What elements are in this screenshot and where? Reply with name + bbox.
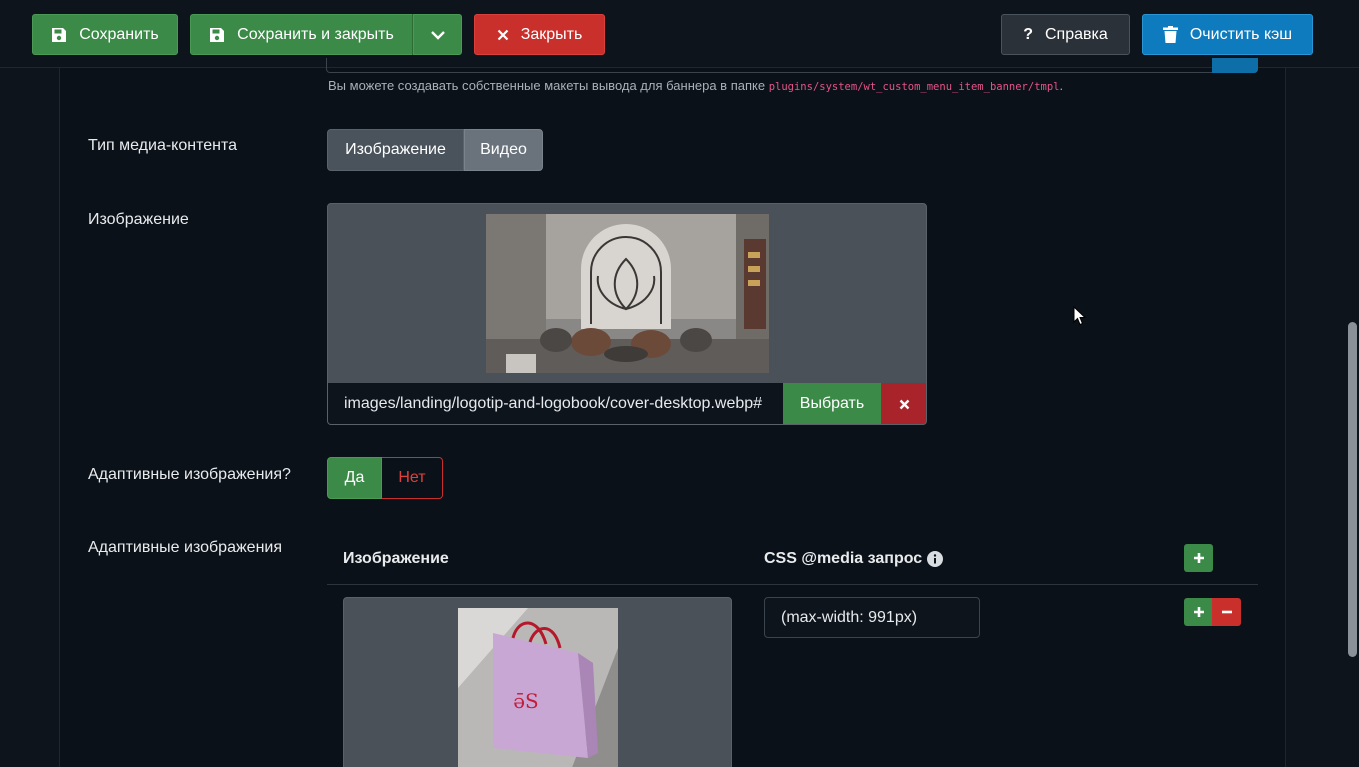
save-and-close-label: Сохранить и закрыть xyxy=(237,25,394,43)
save-button-label: Сохранить xyxy=(79,25,159,43)
help-button[interactable]: ? Справка xyxy=(1001,14,1130,55)
floppy-disk-icon xyxy=(52,27,67,42)
column-header-media-text: CSS @media запрос xyxy=(764,550,923,567)
floppy-disk-icon xyxy=(210,27,225,42)
scrollbar-thumb[interactable] xyxy=(1348,322,1357,657)
image-preview[interactable] xyxy=(486,214,769,373)
image-path-input[interactable]: images/landing/logotip-and-logobook/cove… xyxy=(328,383,783,424)
help-button-label: Справка xyxy=(1045,25,1108,43)
column-header-image-text: Изображение xyxy=(343,550,449,567)
clear-cache-button[interactable]: Очистить кэш xyxy=(1142,14,1313,55)
info-icon[interactable] xyxy=(927,551,944,567)
column-header-image: Изображение xyxy=(343,550,449,568)
close-button-label: Закрыть xyxy=(520,25,583,43)
plus-icon xyxy=(1193,607,1204,617)
close-button[interactable]: Закрыть xyxy=(474,14,605,55)
layout-hint-path: plugins/system/wt_custom_menu_item_banne… xyxy=(768,81,1060,93)
row-image-field: ǝ̄S xyxy=(343,597,732,767)
save-and-close-button[interactable]: Сохранить и закрыть xyxy=(190,14,413,55)
save-options-dropdown-button[interactable] xyxy=(413,14,462,55)
clear-image-button[interactable] xyxy=(881,383,926,424)
layout-hint-suffix: . xyxy=(1059,78,1064,93)
add-row-button[interactable] xyxy=(1184,544,1213,572)
insert-row-button[interactable] xyxy=(1184,598,1213,626)
layout-select-field[interactable] xyxy=(326,58,1258,73)
clear-cache-label: Очистить кэш xyxy=(1189,25,1293,43)
layout-hint: Вы можете создавать собственные макеты в… xyxy=(328,78,1063,93)
adaptive-toggle-label: Адаптивные изображения? xyxy=(88,466,291,483)
media-type-option-video[interactable]: Видео xyxy=(464,129,543,171)
table-header-divider xyxy=(327,584,1258,585)
image-field: images/landing/logotip-and-logobook/cove… xyxy=(327,203,927,425)
adaptive-yes-option[interactable]: Да xyxy=(327,457,382,499)
save-button[interactable]: Сохранить xyxy=(32,14,178,55)
question-icon: ? xyxy=(1023,25,1033,43)
image-label: Изображение xyxy=(88,211,189,228)
layout-hint-text: Вы можете создавать собственные макеты в… xyxy=(328,78,766,93)
mouse-cursor-icon xyxy=(1073,305,1087,331)
remove-row-button[interactable] xyxy=(1212,598,1241,626)
svg-text:ǝ̄S: ǝ̄S xyxy=(513,689,539,713)
chevron-down-icon xyxy=(430,30,445,40)
column-header-media: CSS @media запрос xyxy=(764,550,944,568)
plus-icon xyxy=(1193,553,1204,563)
select-image-button[interactable]: Выбрать xyxy=(783,383,881,424)
media-query-input[interactable]: (max-width: 991px) xyxy=(764,597,980,638)
media-type-label: Тип медиа-контента xyxy=(88,137,238,154)
layout-select-button[interactable] xyxy=(1212,58,1258,73)
row-image-preview[interactable]: ǝ̄S xyxy=(458,608,618,767)
adaptive-no-option[interactable]: Нет xyxy=(382,457,443,499)
minus-icon xyxy=(1221,610,1232,614)
trash-icon xyxy=(1162,26,1178,43)
close-icon xyxy=(497,29,508,40)
adaptive-table-label: Адаптивные изображения xyxy=(88,539,283,556)
close-icon xyxy=(899,399,909,409)
media-type-option-image[interactable]: Изображение xyxy=(327,129,464,171)
